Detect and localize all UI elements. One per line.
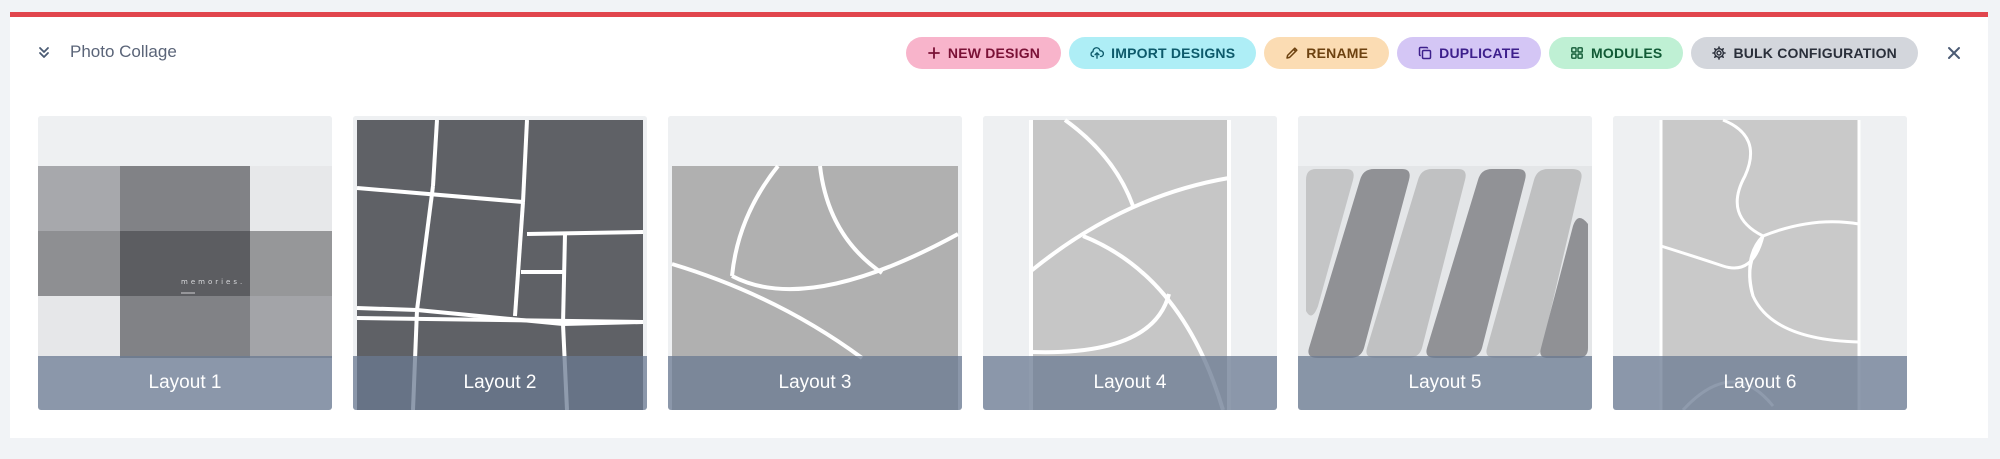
- layout-grid: memories. Layout 1 Layout 2 Layout 3 Lay…: [38, 116, 1907, 410]
- modules-label: MODULES: [1591, 45, 1663, 61]
- new-design-label: NEW DESIGN: [947, 45, 1041, 61]
- modules-button[interactable]: MODULES: [1549, 37, 1684, 69]
- layout-6-label: Layout 6: [1613, 356, 1907, 410]
- layout-card-3[interactable]: Layout 3: [668, 116, 962, 410]
- layout-card-4[interactable]: Layout 4: [983, 116, 1277, 410]
- import-designs-label: IMPORT DESIGNS: [1111, 45, 1236, 61]
- toolbar: NEW DESIGN IMPORT DESIGNS RENAME DUPLICA…: [905, 37, 1918, 69]
- layout-1-overlay-text: memories.: [181, 278, 246, 286]
- page-title: Photo Collage: [70, 42, 177, 61]
- layout-3-label: Layout 3: [668, 356, 962, 410]
- bulk-configuration-label: BULK CONFIGURATION: [1733, 45, 1897, 61]
- chevrons-down-icon[interactable]: [36, 44, 52, 60]
- duplicate-button[interactable]: DUPLICATE: [1397, 37, 1542, 69]
- import-designs-button[interactable]: IMPORT DESIGNS: [1069, 37, 1257, 69]
- panel-header: Photo Collage NEW DESIGN IMPORT DESIGNS …: [10, 17, 1988, 81]
- pencil-icon: [1285, 46, 1299, 60]
- layout-card-1[interactable]: memories. Layout 1: [38, 116, 332, 410]
- layout-card-2[interactable]: Layout 2: [353, 116, 647, 410]
- close-icon[interactable]: [1944, 43, 1964, 63]
- layout-4-label: Layout 4: [983, 356, 1277, 410]
- layout-1-label: Layout 1: [38, 356, 332, 410]
- layout-2-label: Layout 2: [353, 356, 647, 410]
- grid-icon: [1570, 46, 1584, 60]
- duplicate-label: DUPLICATE: [1439, 45, 1521, 61]
- bulk-configuration-button[interactable]: BULK CONFIGURATION: [1691, 37, 1918, 69]
- layout-card-6[interactable]: Layout 6: [1613, 116, 1907, 410]
- copy-icon: [1418, 46, 1432, 60]
- title-group: Photo Collage: [36, 42, 177, 62]
- gear-icon: [1712, 46, 1727, 60]
- layout-5-label: Layout 5: [1298, 356, 1592, 410]
- rename-label: RENAME: [1306, 45, 1369, 61]
- cloud-upload-icon: [1090, 46, 1105, 60]
- rename-button[interactable]: RENAME: [1264, 37, 1390, 69]
- plus-icon: [927, 46, 941, 60]
- collage-panel: Photo Collage NEW DESIGN IMPORT DESIGNS …: [10, 12, 1988, 438]
- new-design-button[interactable]: NEW DESIGN: [905, 37, 1062, 69]
- layout-card-5[interactable]: Layout 5: [1298, 116, 1592, 410]
